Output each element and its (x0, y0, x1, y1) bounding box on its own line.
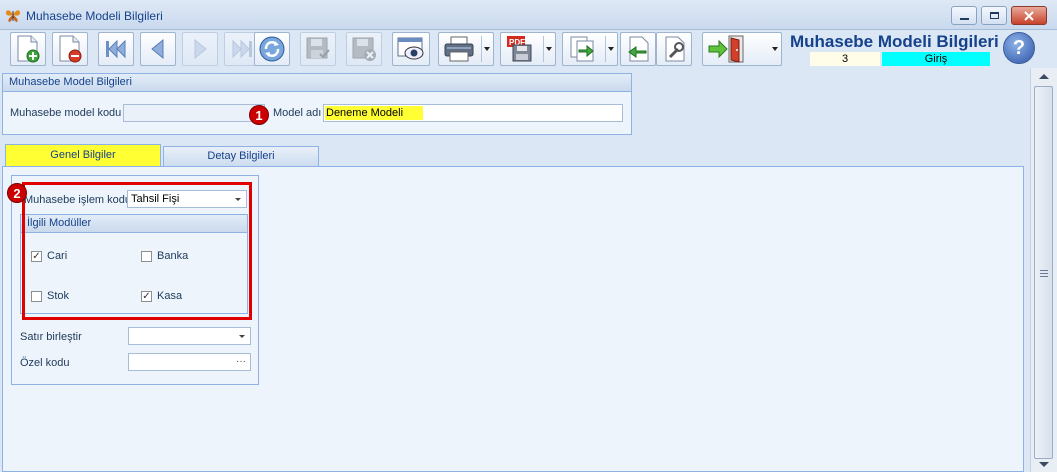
next-record-button[interactable] (182, 32, 218, 66)
settings-tools-button[interactable] (656, 32, 692, 66)
tab-genel-bilgiler[interactable]: Genel Bilgiler (5, 144, 161, 166)
scroll-down-icon[interactable] (1039, 462, 1049, 467)
model-name-label: Model adı (273, 107, 322, 119)
record-number: 3 (810, 52, 880, 66)
butterfly-icon (6, 10, 20, 22)
close-icon (1024, 10, 1034, 21)
new-record-button[interactable] (10, 32, 46, 66)
content-area: Muhasebe Model Bilgileri Muhasebe model … (0, 68, 1030, 472)
mode-badge: Giriş (882, 52, 990, 66)
first-record-button[interactable] (98, 32, 134, 66)
next-record-icon (194, 38, 207, 60)
help-button[interactable]: ? (1003, 32, 1035, 64)
new-record-icon (17, 35, 40, 63)
scrollbar-thumb[interactable] (1034, 86, 1053, 459)
model-info-group: Muhasebe Model Bilgileri Muhasebe model … (2, 73, 632, 135)
vertical-scrollbar[interactable] (1030, 68, 1057, 472)
preview-button[interactable] (392, 32, 430, 66)
minimize-icon (959, 17, 969, 20)
toolbar: PDF Muhasebe Modeli Bilgileri 3 Giriş ? (0, 30, 1057, 68)
exit-door-icon (708, 35, 744, 63)
print-button[interactable] (438, 32, 494, 66)
delete-record-icon (59, 35, 82, 63)
model-name-input[interactable]: Deneme Modeli (323, 104, 623, 122)
special-code-label: Özel kodu (20, 357, 70, 369)
merge-lines-select[interactable] (128, 327, 251, 345)
chevron-down-icon[interactable] (772, 47, 778, 51)
refresh-button[interactable] (254, 32, 290, 66)
export-button[interactable] (562, 32, 618, 66)
delete-record-button[interactable] (52, 32, 88, 66)
cancel-save-icon (352, 37, 376, 61)
cancel-save-button[interactable] (346, 32, 382, 66)
first-record-icon (106, 39, 126, 59)
printer-icon (444, 36, 474, 62)
page-title: Muhasebe Modeli Bilgileri (790, 32, 999, 51)
ellipsis-icon[interactable]: ··· (236, 354, 246, 370)
tab-detay-bilgileri[interactable]: Detay Bilgileri (163, 146, 319, 166)
last-record-icon (232, 39, 252, 59)
title-bar: Muhasebe Modeli Bilgileri (0, 0, 1057, 30)
annotation-frame (22, 182, 252, 320)
save-button[interactable] (300, 32, 336, 66)
window-title: Muhasebe Modeli Bilgileri (26, 9, 163, 23)
restore-icon (989, 12, 999, 19)
chevron-down-icon[interactable] (484, 47, 490, 51)
previous-record-icon (151, 38, 164, 60)
settings-tools-icon (665, 36, 685, 62)
import-icon (628, 36, 649, 62)
help-icon: ? (1012, 36, 1026, 59)
minimize-button[interactable] (951, 6, 977, 25)
close-button[interactable] (1011, 6, 1047, 25)
pdf-export-icon: PDF (507, 36, 532, 62)
pdf-export-button[interactable]: PDF (500, 32, 556, 66)
model-code-input[interactable] (123, 104, 265, 122)
preview-icon (397, 37, 424, 60)
chevron-down-icon (239, 335, 245, 338)
chevron-down-icon[interactable] (546, 47, 552, 51)
special-code-input[interactable]: ··· (128, 353, 251, 371)
export-icon (570, 36, 594, 62)
model-info-group-title: Muhasebe Model Bilgileri (3, 74, 631, 92)
save-icon (306, 37, 330, 59)
model-code-label: Muhasebe model kodu (10, 107, 122, 119)
annotation-badge-1: 1 (249, 105, 269, 125)
exit-button[interactable] (702, 32, 782, 66)
refresh-icon (259, 36, 285, 62)
merge-lines-label: Satır birleştir (20, 331, 82, 343)
tab-page-general: Muhasebe işlem kodu Tahsil Fişi İlgili M… (2, 166, 1024, 472)
chevron-down-icon[interactable] (608, 47, 614, 51)
annotation-badge-2: 2 (7, 183, 27, 203)
import-button[interactable] (620, 32, 656, 66)
previous-record-button[interactable] (140, 32, 176, 66)
scroll-up-icon[interactable] (1039, 74, 1049, 79)
maximize-button[interactable] (981, 6, 1007, 25)
